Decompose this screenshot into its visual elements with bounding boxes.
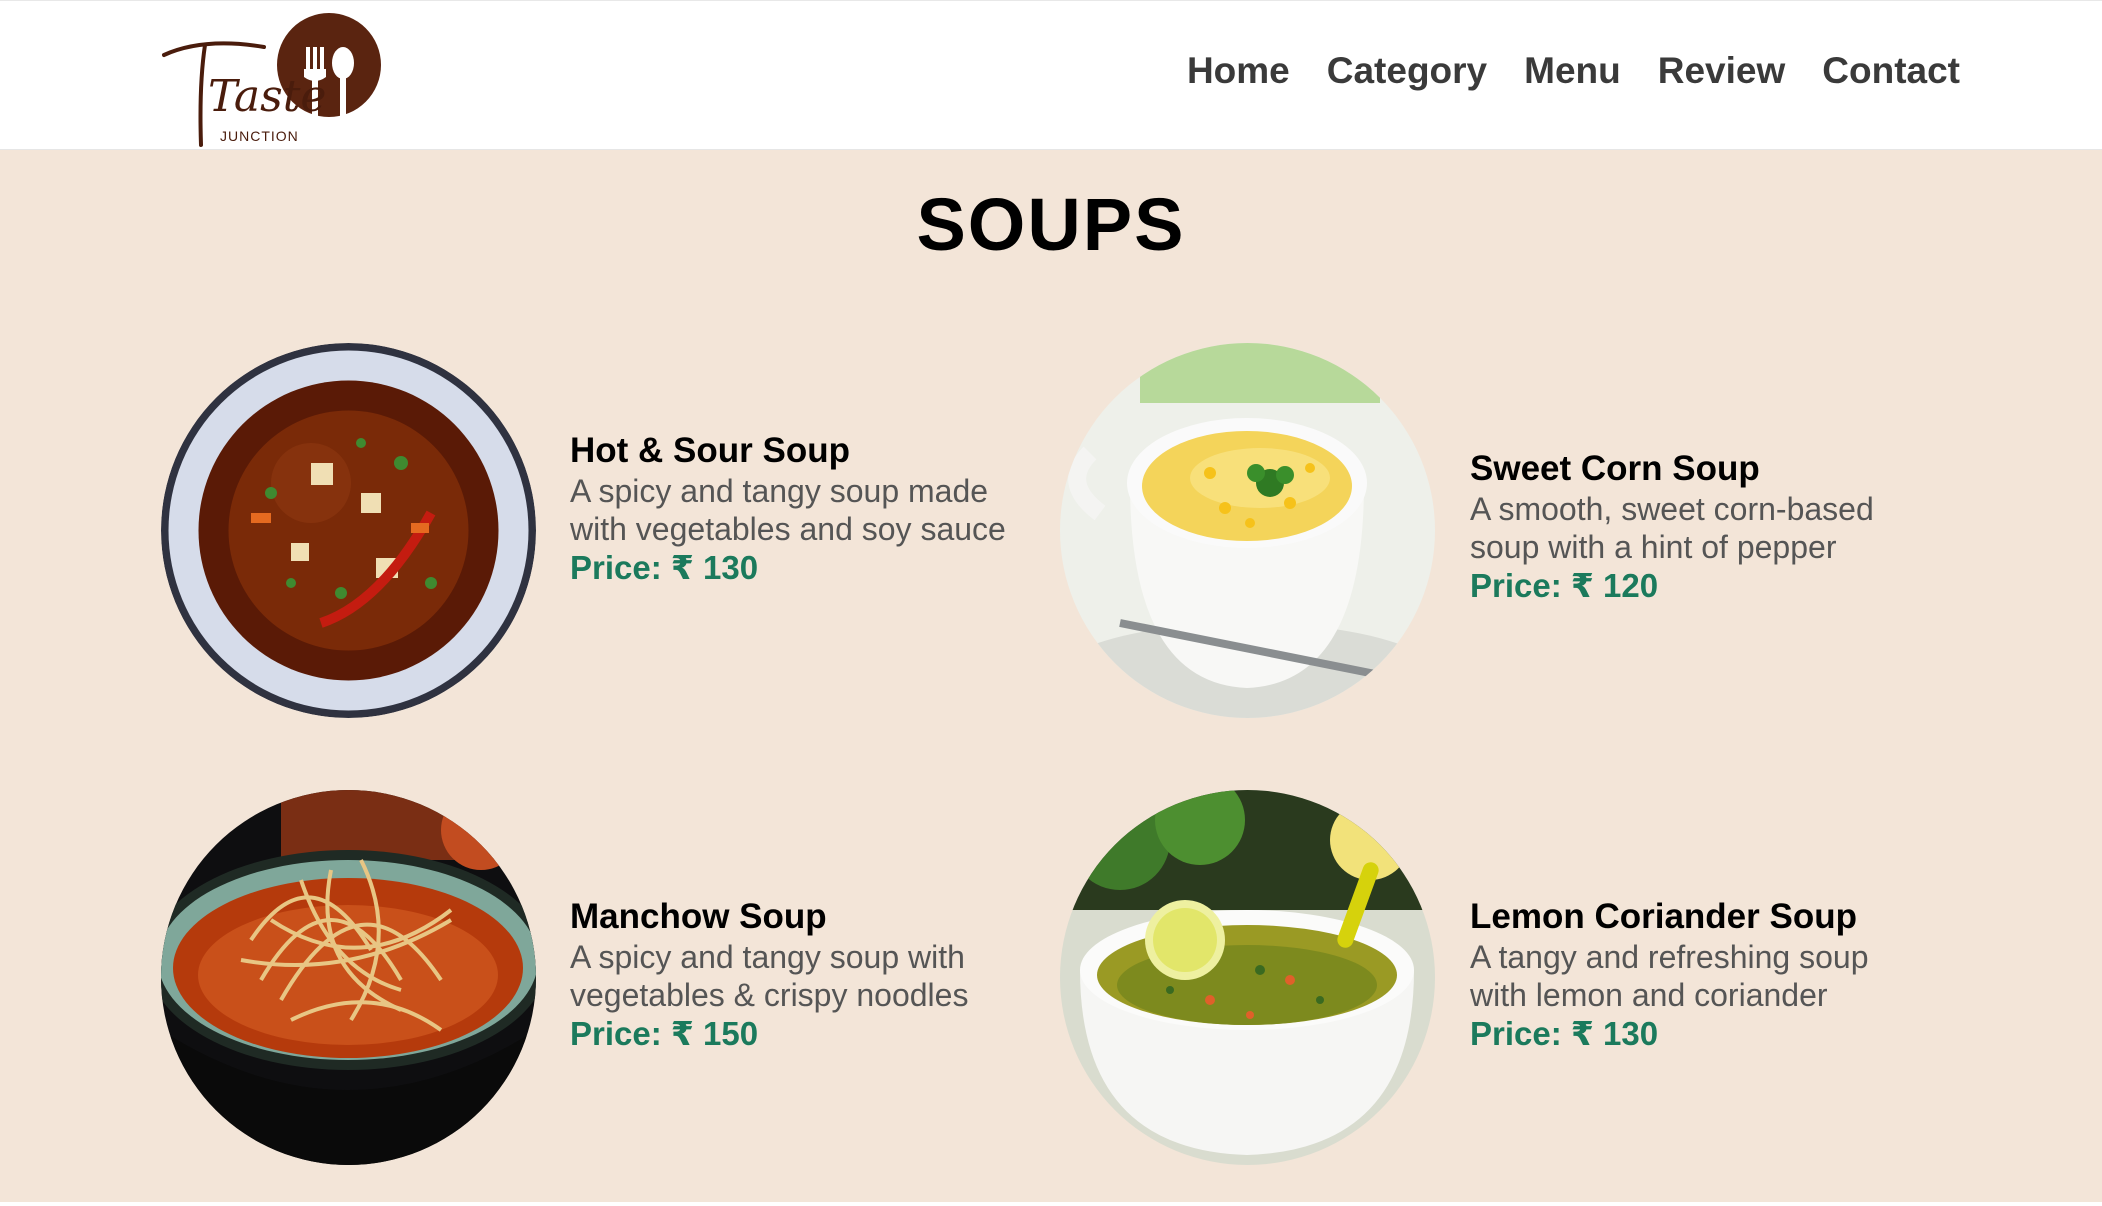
item-name: Manchow Soup	[570, 897, 827, 936]
item-info: Hot & Sour Soup A spicy and tangy soup m…	[570, 430, 1020, 588]
soups-section: SOUPS Hot & Sour Soup A spicy and tangy …	[0, 150, 2102, 1202]
taste-junction-logo[interactable]: Taste JUNCTION	[160, 7, 385, 147]
sweet-corn-soup-image	[1060, 343, 1435, 718]
manchow-soup-image	[161, 790, 536, 1165]
main-nav: Home Category Menu Review Contact	[1187, 47, 1960, 95]
item-name: Lemon Coriander Soup	[1470, 897, 1857, 936]
item-info: Sweet Corn Soup A smooth, sweet corn-bas…	[1470, 448, 1920, 606]
site-header: Taste JUNCTION Home Category Menu Review…	[0, 0, 2102, 150]
logo-subtext: JUNCTION	[220, 128, 299, 144]
item-description: A spicy and tangy soup made with vegetab…	[570, 473, 1006, 547]
nav-review[interactable]: Review	[1658, 47, 1786, 95]
logo-text: Taste	[208, 71, 326, 122]
item-info: Lemon Coriander Soup A tangy and refresh…	[1470, 896, 1920, 1054]
item-description: A tangy and refreshing soup with lemon a…	[1470, 939, 1869, 1013]
lemon-coriander-soup-image	[1060, 790, 1435, 1165]
item-price: Price: ₹ 150	[570, 1015, 759, 1052]
item-description: A spicy and tangy soup with vegetables &…	[570, 939, 969, 1013]
item-price: Price: ₹ 120	[1470, 567, 1659, 604]
item-description: A smooth, sweet corn-based soup with a h…	[1470, 491, 1874, 565]
item-price: Price: ₹ 130	[570, 549, 759, 586]
nav-category[interactable]: Category	[1327, 47, 1487, 95]
item-info: Manchow Soup A spicy and tangy soup with…	[570, 896, 1020, 1054]
item-name: Hot & Sour Soup	[570, 431, 850, 470]
item-name: Sweet Corn Soup	[1470, 449, 1760, 488]
page-title: SOUPS	[916, 183, 1186, 266]
nav-menu[interactable]: Menu	[1524, 47, 1621, 95]
item-price: Price: ₹ 130	[1470, 1015, 1659, 1052]
hot-sour-soup-image	[161, 343, 536, 718]
nav-home[interactable]: Home	[1187, 47, 1290, 95]
nav-contact[interactable]: Contact	[1822, 47, 1960, 95]
